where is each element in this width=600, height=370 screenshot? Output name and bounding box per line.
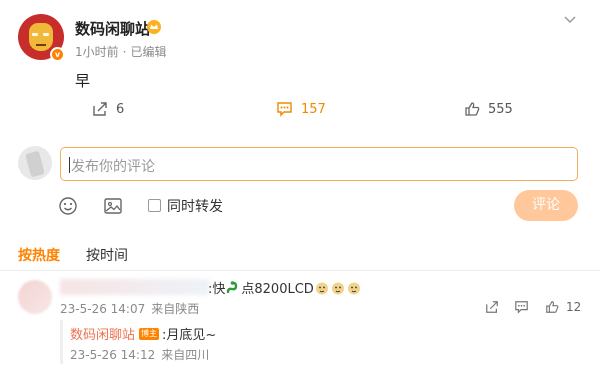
comment-icon bbox=[277, 102, 292, 117]
repost-checkbox[interactable] bbox=[148, 199, 161, 212]
comment-like-count: 12 bbox=[566, 300, 582, 314]
post-meta: 1小时前 · 已编辑 bbox=[75, 43, 166, 60]
comment-share-icon[interactable] bbox=[485, 300, 499, 314]
chevron-down-icon[interactable] bbox=[563, 14, 577, 26]
tab-sort-time[interactable]: 按时间 bbox=[86, 245, 128, 265]
share-icon bbox=[93, 102, 107, 116]
repost-option-label[interactable]: 同时转发 bbox=[167, 196, 223, 216]
avatar-cup-shape bbox=[25, 150, 45, 178]
comment-like-icon[interactable] bbox=[545, 300, 559, 314]
submit-comment-button[interactable]: 评论 bbox=[514, 190, 578, 221]
iron-man-mask bbox=[29, 23, 53, 51]
post-text: 早 bbox=[75, 72, 91, 90]
comment-date: 23-5-26 14:07 bbox=[60, 302, 146, 316]
emoji-icon[interactable] bbox=[58, 196, 78, 216]
tabs-divider bbox=[0, 270, 600, 271]
like-button[interactable]: 555 bbox=[464, 98, 513, 120]
repost-button[interactable]: 6 bbox=[92, 98, 124, 120]
verified-badge: v bbox=[50, 47, 65, 62]
doge-emoji-icon-2 bbox=[331, 282, 344, 294]
mask-mouth bbox=[36, 44, 46, 46]
post-time[interactable]: 1小时前 bbox=[75, 45, 119, 59]
text-caret bbox=[69, 157, 70, 173]
current-user-avatar[interactable] bbox=[18, 146, 52, 180]
doge-emoji-icon-3 bbox=[347, 282, 360, 294]
comment-text: :快 点8200LCD bbox=[208, 278, 362, 297]
doge-emoji-icon-1 bbox=[315, 282, 328, 294]
comment-text-prefix: :快 bbox=[208, 282, 226, 297]
author-badge: 博主 bbox=[139, 327, 160, 340]
reply-author[interactable]: 数码闲聊站 bbox=[70, 324, 135, 343]
thumbs-up-icon bbox=[465, 102, 480, 116]
author-name[interactable]: 数码闲聊站 bbox=[75, 18, 150, 39]
commenter-name-blurred[interactable] bbox=[60, 279, 210, 295]
meta-separator: · bbox=[122, 45, 127, 59]
mask-eye-right bbox=[43, 33, 49, 36]
repost-count: 6 bbox=[116, 101, 125, 117]
member-crown-icon bbox=[147, 20, 161, 34]
mask-eye-left bbox=[32, 33, 38, 36]
image-icon[interactable] bbox=[103, 196, 123, 216]
edited-label[interactable]: 已编辑 bbox=[130, 45, 166, 59]
commenter-avatar-blurred[interactable] bbox=[18, 280, 52, 314]
comment-count: 157 bbox=[301, 101, 326, 117]
reply-location: 来自四川 bbox=[161, 348, 210, 362]
reply-text: :月底见~ bbox=[162, 328, 217, 343]
reply-thread-bar bbox=[60, 320, 63, 364]
reply-meta: 23-5-26 14:12 来自四川 bbox=[70, 346, 209, 363]
comment-button[interactable]: 157 bbox=[276, 98, 326, 120]
comment-location: 来自陕西 bbox=[151, 302, 200, 316]
comment-placeholder: 发布你的评论 bbox=[71, 159, 155, 175]
reply-date: 23-5-26 14:12 bbox=[70, 348, 156, 362]
snake-emoji-icon bbox=[227, 280, 238, 293]
like-count: 555 bbox=[488, 101, 513, 117]
comment-meta: 23-5-26 14:07 来自陕西 bbox=[60, 300, 199, 317]
comment-input[interactable]: 发布你的评论 bbox=[60, 147, 578, 181]
tab-sort-hot[interactable]: 按热度 bbox=[18, 245, 60, 265]
reply-line: 数码闲聊站 博主 :月底见~ bbox=[70, 324, 216, 343]
comment-text-suffix: 点8200LCD bbox=[241, 282, 314, 297]
comment-reply-icon[interactable] bbox=[514, 300, 529, 314]
